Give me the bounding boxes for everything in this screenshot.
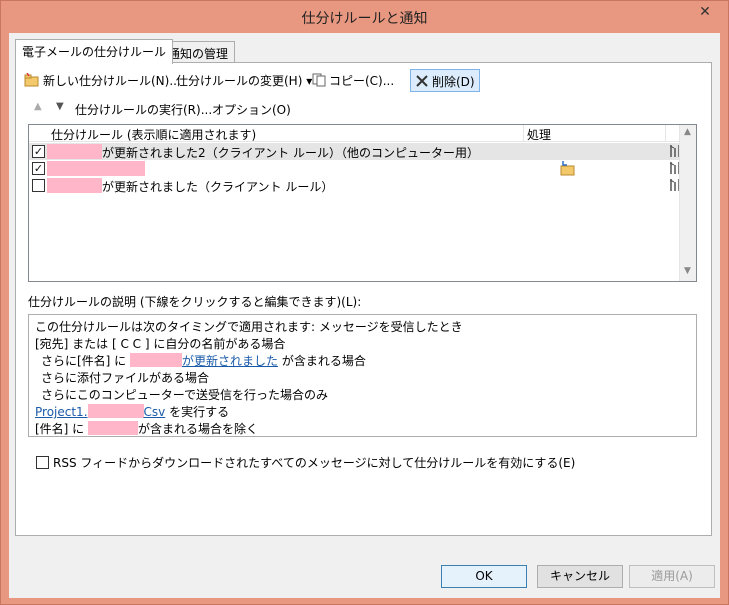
rule-row-2[interactable]: ✓ <box>29 160 681 177</box>
scroll-up-icon[interactable]: ▲ <box>684 127 691 137</box>
desc-line-1: この仕分けルールは次のタイミングで適用されます: メッセージを受信したとき <box>35 320 463 334</box>
rule-name-1: が更新されました2（クライアント ルール）（他のコンピューター用） <box>102 146 479 160</box>
rule-checkbox-1[interactable]: ✓ <box>32 145 45 158</box>
col-header-rule[interactable]: 仕分けルール (表示順に適用されます) <box>51 126 256 143</box>
dialog-window: 仕分けルールと通知 ✕ 電子メールの仕分けルール 通知の管理 新しい仕分けルール… <box>0 0 729 605</box>
rules-list[interactable]: 仕分けルール (表示順に適用されます) 処理 ✓ が更新されました2（クライアン… <box>28 124 697 282</box>
redacted-text <box>88 421 139 435</box>
apply-button[interactable]: 適用(A) <box>629 565 715 588</box>
options-button[interactable]: オプション(O) <box>212 101 291 118</box>
redacted-text <box>47 161 145 176</box>
script-link-a: Project1. <box>35 405 88 419</box>
redacted-text <box>87 404 144 418</box>
column-separator <box>665 125 666 142</box>
scroll-down-icon[interactable]: ▼ <box>684 266 691 276</box>
rule-name-3: が更新されました（クライアント ルール） <box>102 180 334 194</box>
rule-checkbox-2[interactable]: ✓ <box>32 162 45 175</box>
new-rule-button[interactable]: 新しい仕分けルール(N)... <box>20 69 185 92</box>
delete-button[interactable]: 削除(D) <box>410 69 480 92</box>
change-rule-label: 仕分けルールの変更(H) <box>176 74 303 88</box>
rss-checkbox[interactable] <box>36 456 49 469</box>
script-link[interactable]: Project1. Csv <box>35 404 166 419</box>
column-separator <box>523 125 524 142</box>
desc-line-7: [件名] に が含まれる場合を除く <box>35 420 258 437</box>
copy-button[interactable]: コピー(C)... <box>308 69 398 92</box>
rules-list-header: 仕分けルール (表示順に適用されます) 処理 <box>29 125 681 142</box>
change-rule-button[interactable]: 仕分けルールの変更(H) ▾ <box>172 69 316 92</box>
copy-icon <box>312 73 326 90</box>
redacted-text <box>47 178 102 193</box>
desc-line-6: Project1. Csv を実行する <box>35 403 229 420</box>
desc-line-5: さらにこのコンピューターで送受信を行った場合のみ <box>41 388 329 402</box>
cancel-button[interactable]: キャンセル <box>537 565 623 588</box>
rule-checkbox-3[interactable] <box>32 179 45 192</box>
dialog-footer: OK キャンセル 適用(A) <box>9 543 720 598</box>
copy-label: コピー(C)... <box>329 74 395 88</box>
description-label: 仕分けルールの説明 (下線をクリックすると編集できます)(L): <box>28 295 362 309</box>
script-link-b: Csv <box>143 405 166 419</box>
delete-label: 削除(D) <box>432 75 475 89</box>
new-rule-label: 新しい仕分けルール(N)... <box>43 74 181 88</box>
desc-line-3-suffix: が含まれる場合 <box>281 354 366 368</box>
redacted-text <box>47 144 102 159</box>
move-down-icon[interactable]: ▼ <box>56 101 64 112</box>
window-title: 仕分けルールと通知 <box>301 11 428 27</box>
rule-description-box: この仕分けルールは次のタイミングで適用されます: メッセージを受信したとき [宛… <box>28 314 697 437</box>
rss-label: RSS フィードからダウンロードされたすべてのメッセージに対して仕分けルールを有… <box>53 456 576 470</box>
desc-line-3: さらに[件名] に が更新されました が含まれる場合 <box>41 352 366 369</box>
rss-option[interactable]: RSS フィードからダウンロードされたすべてのメッセージに対して仕分けルールを有… <box>36 454 575 471</box>
desc-line-6-suffix: を実行する <box>169 405 230 419</box>
rules-list-scrollbar[interactable]: ▲ ▼ <box>679 125 696 281</box>
move-up-icon[interactable]: ▲ <box>34 101 42 112</box>
col-header-action[interactable]: 処理 <box>527 126 551 143</box>
rule-row-3[interactable]: が更新されました（クライアント ルール） <box>29 177 681 194</box>
tab-email-rules[interactable]: 電子メールの仕分けルール <box>15 39 174 64</box>
desc-line-2: [宛先] または [ C C ] に自分の名前がある場合 <box>35 337 286 351</box>
ok-button[interactable]: OK <box>441 565 527 588</box>
redacted-text <box>130 353 183 367</box>
close-button[interactable]: ✕ <box>690 2 720 22</box>
subject-link[interactable]: が更新されました <box>182 354 278 368</box>
rule-row-1[interactable]: ✓ が更新されました2（クライアント ルール）（他のコンピューター用） <box>29 143 681 160</box>
desc-line-7-prefix: [件名] に <box>35 422 85 436</box>
title-bar[interactable]: 仕分けルールと通知 ✕ <box>1 1 728 33</box>
email-rules-panel: 新しい仕分けルール(N)... 仕分けルールの変更(H) ▾ コピー(C)...… <box>15 62 712 536</box>
dialog-client: 電子メールの仕分けルール 通知の管理 新しい仕分けルール(N)... 仕分けルー… <box>9 33 720 598</box>
toolbar: 新しい仕分けルール(N)... 仕分けルールの変更(H) ▾ コピー(C)...… <box>20 69 700 93</box>
run-rules-button[interactable]: 仕分けルールの実行(R)... <box>75 101 212 118</box>
desc-line-3-prefix: さらに[件名] に <box>41 354 127 368</box>
desc-line-4: さらに添付ファイルがある場合 <box>41 371 210 385</box>
order-run-row: ▲ ▼ 仕分けルールの実行(R)... オプション(O) <box>20 99 700 119</box>
new-rule-icon <box>24 72 40 90</box>
delete-x-icon <box>415 74 429 91</box>
desc-line-7-suffix: が含まれる場合を除く <box>138 422 259 436</box>
